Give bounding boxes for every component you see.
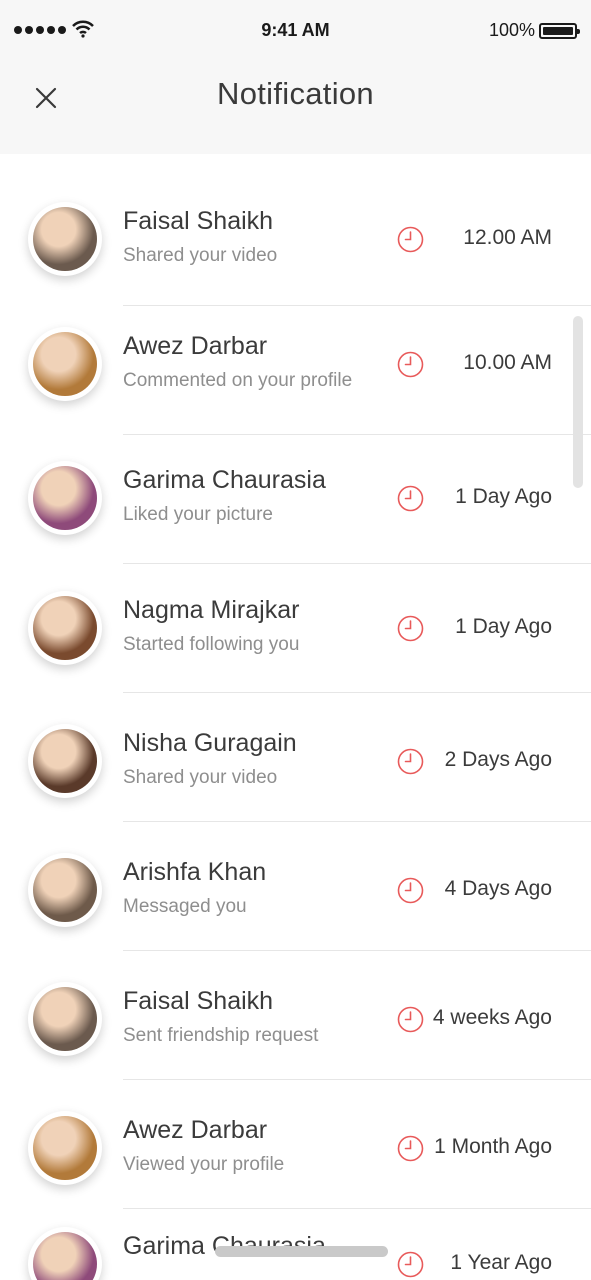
- page-title: Notification: [217, 76, 374, 111]
- avatar-image: [33, 1232, 97, 1280]
- scrollbar[interactable]: [573, 316, 583, 488]
- home-indicator: [215, 1246, 388, 1257]
- clock-icon: [397, 1251, 424, 1278]
- notification-list: Faisal Shaikh Shared your video 12.00 AM…: [0, 154, 591, 1280]
- status-bar: 9:41 AM 100%: [0, 0, 591, 60]
- notification-row[interactable]: Garima Chaurasia 1 Year Ago: [0, 154, 591, 1280]
- header: Notification: [0, 60, 591, 154]
- avatar[interactable]: [28, 1227, 102, 1280]
- notification-time: 1 Year Ago: [450, 1251, 552, 1274]
- battery-icon: [539, 23, 580, 39]
- battery-percentage: 100%: [488, 20, 535, 40]
